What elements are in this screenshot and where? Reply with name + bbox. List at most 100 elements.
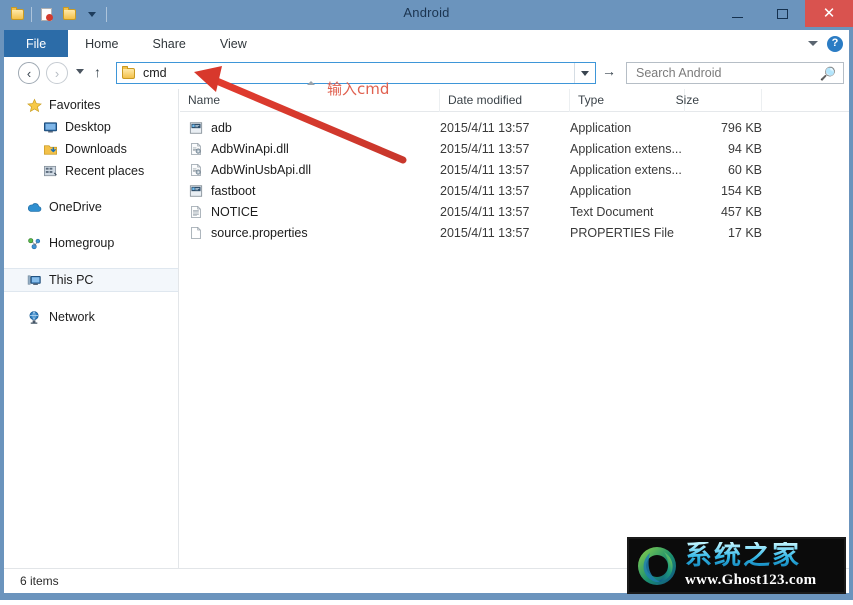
- file-date: 2015/4/11 13:57: [440, 226, 570, 240]
- table-row[interactable]: source.properties 2015/4/11 13:57 PROPER…: [180, 222, 849, 243]
- title-bar: Android ✕: [0, 0, 853, 30]
- sidebar-item-label: OneDrive: [49, 200, 102, 214]
- text-icon: [188, 204, 204, 220]
- watermark-text: 系统之家 www.Ghost123.com: [685, 542, 816, 589]
- chevron-down-icon[interactable]: [808, 41, 818, 46]
- item-count-label: 6 items: [20, 574, 59, 588]
- search-input[interactable]: Search Android: [636, 66, 721, 80]
- file-size: 796 KB: [685, 121, 762, 135]
- sidebar-gap-4: [4, 292, 178, 306]
- tab-file[interactable]: File: [4, 30, 68, 57]
- file-name: source.properties: [211, 226, 308, 240]
- cloud-icon: [26, 199, 42, 215]
- column-header-size[interactable]: Size: [685, 89, 762, 112]
- file-name: AdbWinUsbApi.dll: [211, 163, 311, 177]
- sort-ascending-icon: [307, 81, 315, 85]
- file-type: PROPERTIES File: [570, 226, 685, 240]
- go-button[interactable]: →: [602, 64, 616, 78]
- maximize-button[interactable]: [760, 0, 805, 27]
- file-date: 2015/4/11 13:57: [440, 205, 570, 219]
- file-size: 17 KB: [685, 226, 762, 240]
- minimize-button[interactable]: [715, 0, 760, 27]
- file-name: adb: [211, 121, 232, 135]
- sidebar-item-label: Desktop: [65, 120, 111, 134]
- search-box[interactable]: Search Android 🔍: [626, 62, 844, 84]
- sidebar-item-network[interactable]: Network: [4, 306, 178, 328]
- exe-icon: [188, 120, 204, 136]
- file-type: Application: [570, 184, 685, 198]
- forward-button[interactable]: ›: [46, 62, 68, 84]
- file-date: 2015/4/11 13:57: [440, 184, 570, 198]
- column-header-type[interactable]: Type: [570, 89, 685, 112]
- chevron-down-icon: [581, 71, 589, 76]
- tab-home[interactable]: Home: [68, 30, 135, 57]
- file-date: 2015/4/11 13:57: [440, 163, 570, 177]
- table-row[interactable]: AdbWinUsbApi.dll 2015/4/11 13:57 Applica…: [180, 159, 849, 180]
- sidebar-item-label: This PC: [49, 273, 93, 287]
- sidebar-gap-1: [4, 182, 178, 196]
- watermark-brand: 系统之家: [685, 542, 816, 569]
- close-button[interactable]: ✕: [805, 0, 853, 27]
- navigation-bar: ‹ › ↑ cmd → Search Android 🔍: [4, 57, 849, 89]
- file-date: 2015/4/11 13:57: [440, 121, 570, 135]
- file-type: Application extens...: [570, 142, 685, 156]
- sidebar-item-label: Recent places: [65, 164, 144, 178]
- tab-view[interactable]: View: [203, 30, 264, 57]
- navigation-pane: Favorites Desktop Downloads Recent place…: [4, 89, 179, 568]
- address-bar[interactable]: cmd: [116, 62, 596, 84]
- recent-places-icon: [42, 163, 58, 179]
- sidebar-gap-3: [4, 254, 178, 268]
- dll-icon: [188, 162, 204, 178]
- sidebar-item-label: Homegroup: [49, 236, 114, 250]
- sidebar-item-desktop[interactable]: Desktop: [4, 116, 178, 138]
- maximize-icon: [777, 9, 788, 19]
- tab-share[interactable]: Share: [136, 30, 203, 57]
- ribbon-bar: File Home Share View ?: [4, 30, 849, 57]
- watermark-url: www.Ghost123.com: [685, 572, 816, 589]
- close-icon: ✕: [823, 6, 836, 21]
- file-name-cell: NOTICE: [180, 204, 440, 220]
- column-header-size-label: Size: [676, 93, 699, 107]
- file-name-cell: AdbWinUsbApi.dll: [180, 162, 440, 178]
- column-header-date-modified[interactable]: Date modified: [440, 89, 570, 112]
- file-name-cell: source.properties: [180, 225, 440, 241]
- watermark-logo: 系统之家 www.Ghost123.com: [627, 537, 846, 594]
- minimize-icon: [732, 17, 743, 18]
- sidebar-item-onedrive[interactable]: OneDrive: [4, 196, 178, 218]
- search-icon[interactable]: 🔍: [820, 66, 836, 82]
- up-button[interactable]: ↑: [94, 65, 101, 79]
- column-headers: Name Date modified Type Size: [180, 89, 849, 112]
- explorer-window: Android ✕ File Home Share View ? ‹ ›: [0, 0, 853, 600]
- sidebar-item-label: Favorites: [49, 98, 100, 112]
- file-type: Text Document: [570, 205, 685, 219]
- sidebar-item-label: Downloads: [65, 142, 127, 156]
- table-row[interactable]: AdbWinApi.dll 2015/4/11 13:57 Applicatio…: [180, 138, 849, 159]
- address-dropdown-button[interactable]: [574, 63, 595, 83]
- star-icon: [26, 97, 42, 113]
- address-input-value: cmd: [143, 66, 167, 80]
- sidebar-item-this-pc[interactable]: This PC: [4, 268, 178, 292]
- exe-icon: [188, 183, 204, 199]
- computer-icon: [26, 272, 42, 288]
- sidebar-item-recent-places[interactable]: Recent places: [4, 160, 178, 182]
- sidebar-item-homegroup[interactable]: Homegroup: [4, 232, 178, 254]
- table-row[interactable]: NOTICE 2015/4/11 13:57 Text Document 457…: [180, 201, 849, 222]
- window-controls: ✕: [715, 0, 853, 27]
- file-name-cell: fastboot: [180, 183, 440, 199]
- folder-icon: [122, 68, 135, 79]
- back-button[interactable]: ‹: [18, 62, 40, 84]
- file-type: Application extens...: [570, 163, 685, 177]
- sidebar-item-favorites[interactable]: Favorites: [4, 94, 178, 116]
- sidebar-item-label: Network: [49, 310, 95, 324]
- file-name: fastboot: [211, 184, 255, 198]
- table-row[interactable]: adb 2015/4/11 13:57 Application 796 KB: [180, 117, 849, 138]
- help-icon[interactable]: ?: [827, 36, 843, 52]
- column-header-name[interactable]: Name: [180, 89, 440, 112]
- sidebar-item-downloads[interactable]: Downloads: [4, 138, 178, 160]
- homegroup-icon: [26, 235, 42, 251]
- recent-locations-icon[interactable]: [76, 69, 84, 74]
- blank-file-icon: [188, 225, 204, 241]
- desktop-icon: [42, 119, 58, 135]
- file-date: 2015/4/11 13:57: [440, 142, 570, 156]
- table-row[interactable]: fastboot 2015/4/11 13:57 Application 154…: [180, 180, 849, 201]
